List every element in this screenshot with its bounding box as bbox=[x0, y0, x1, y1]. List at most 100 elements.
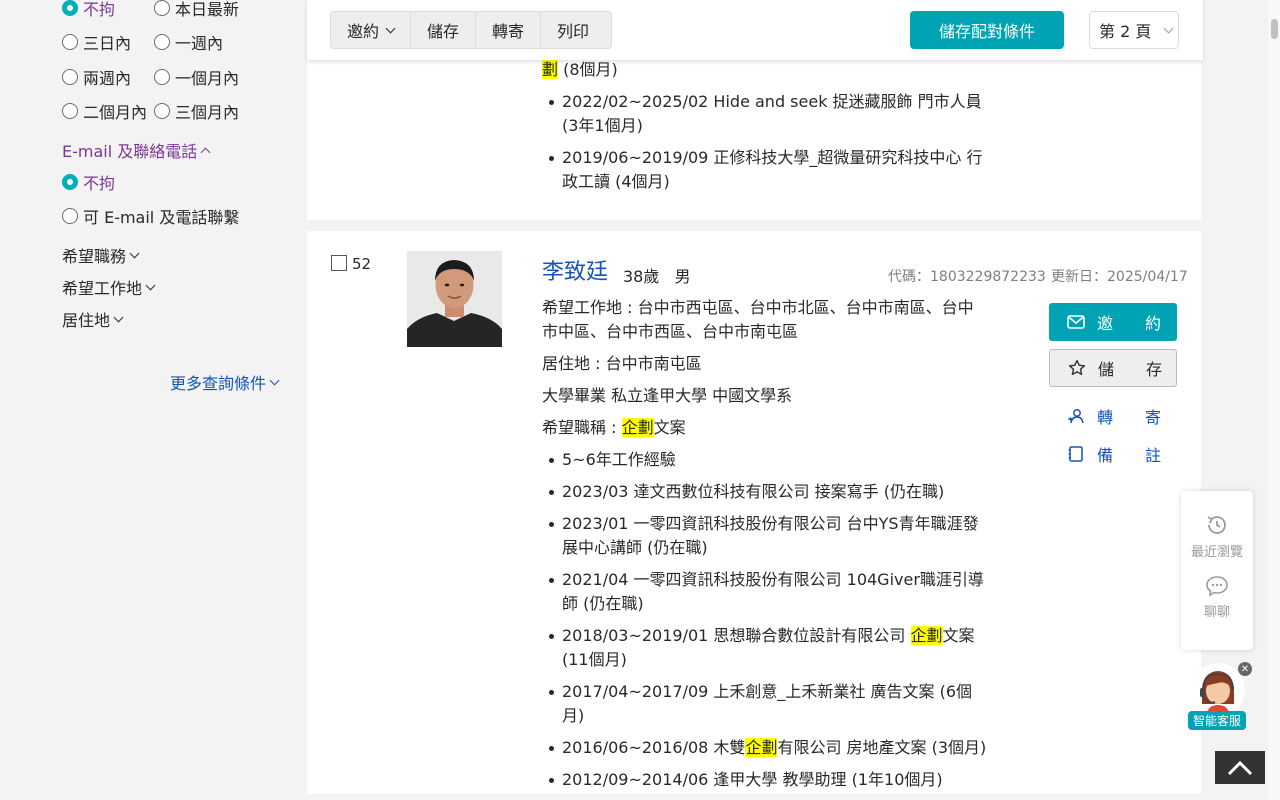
radio-update-today[interactable]: 本日最新 bbox=[154, 0, 239, 20]
forward-resume-link[interactable]: 轉 寄 bbox=[1067, 404, 1161, 428]
note-link[interactable]: 備 註 bbox=[1067, 442, 1161, 466]
radio-update-3months[interactable]: 三個月內 bbox=[154, 99, 239, 123]
invite-label: 邀約 bbox=[347, 22, 380, 41]
exp-text: 2018/03~2019/01 思想聯合數位設計有限公司 bbox=[562, 626, 911, 645]
ai-support-label[interactable]: 智能客服 bbox=[1188, 711, 1246, 730]
experience-list: 5~6年工作經驗 2023/03 達文西數位科技有限公司 接案寫手 (仍在職) … bbox=[542, 448, 987, 800]
radio-update-1week[interactable]: 一週內 bbox=[154, 30, 223, 54]
chevron-down-icon bbox=[129, 248, 140, 258]
radio-label: 三個月內 bbox=[175, 103, 240, 122]
radio-button[interactable] bbox=[154, 103, 170, 119]
list-item: 2019/06~2019/09 正修科技大學_超微量研究科技中心 行政工讀 (4… bbox=[542, 146, 987, 194]
result-index: 52 bbox=[352, 255, 372, 273]
bulk-forward-button[interactable]: 轉寄 bbox=[476, 12, 542, 48]
job-suffix: 文案 bbox=[653, 418, 686, 437]
radio-button[interactable] bbox=[154, 34, 170, 50]
recent-views-label: 最近瀏覽 bbox=[1190, 545, 1243, 560]
radio-button[interactable] bbox=[62, 69, 78, 85]
radio-update-2months[interactable]: 二個月內 bbox=[62, 99, 147, 123]
save-resume-button[interactable]: 儲 存 bbox=[1049, 349, 1177, 387]
page-scrollbar[interactable] bbox=[1268, 0, 1280, 800]
filter-residence[interactable]: 居住地 bbox=[62, 307, 124, 331]
chat-bubble-icon bbox=[1206, 576, 1228, 597]
residence: 居住地 : 台中市南屯區 bbox=[542, 354, 702, 373]
chevron-down-icon bbox=[145, 280, 156, 290]
radio-label: 不拘 bbox=[83, 174, 116, 193]
back-to-top-button[interactable] bbox=[1215, 751, 1265, 784]
bulk-print-button[interactable]: 列印 bbox=[541, 12, 605, 48]
radio-button[interactable] bbox=[62, 103, 78, 119]
radio-contact-available[interactable]: 可 E-mail 及電話聯繫 bbox=[62, 204, 239, 228]
more-conditions-link[interactable]: 更多查詢條件 bbox=[170, 370, 280, 394]
chevron-up-icon bbox=[200, 147, 211, 157]
radio-update-1month[interactable]: 一個月內 bbox=[154, 65, 239, 89]
close-icon[interactable]: ✕ bbox=[1238, 662, 1252, 676]
scrollbar-thumb[interactable] bbox=[1271, 19, 1278, 39]
notebook-icon bbox=[1068, 446, 1083, 462]
radio-contact-any[interactable]: 不拘 bbox=[62, 170, 115, 194]
more-conditions-label: 更多查詢條件 bbox=[170, 374, 267, 393]
radio-button[interactable] bbox=[62, 174, 78, 190]
label-char: 轉 bbox=[1097, 408, 1114, 427]
radio-label: 不拘 bbox=[83, 0, 116, 19]
label-char: 邀 bbox=[1097, 314, 1114, 333]
save-match-conditions-button[interactable]: 儲存配對條件 bbox=[910, 11, 1064, 49]
filter-label: 希望工作地 bbox=[62, 279, 143, 298]
chevron-down-icon bbox=[113, 312, 124, 322]
radio-button[interactable] bbox=[62, 208, 78, 224]
label-char: 寄 bbox=[1144, 408, 1161, 427]
contact-section-title: E-mail 及聯絡電話 bbox=[62, 142, 198, 161]
radio-button[interactable] bbox=[62, 34, 78, 50]
floating-side-panel: 最近瀏覽 聊聊 bbox=[1181, 491, 1253, 650]
invite-button[interactable]: 邀 約 bbox=[1049, 303, 1177, 341]
label-char: 註 bbox=[1144, 446, 1161, 465]
candidate-photo[interactable] bbox=[407, 251, 502, 347]
radio-button[interactable] bbox=[62, 0, 78, 16]
note-label: 備 註 bbox=[1097, 442, 1161, 466]
invite-dropdown-button[interactable]: 邀約 bbox=[331, 12, 412, 48]
chevron-down-icon bbox=[269, 375, 280, 385]
list-item: 2021/04 一零四資訊科技股份有限公司 104Giver職涯引導師 (仍在職… bbox=[542, 568, 987, 616]
filter-label: 居住地 bbox=[62, 311, 111, 330]
radio-label: 一個月內 bbox=[175, 69, 240, 88]
chat-label: 聊聊 bbox=[1203, 605, 1230, 620]
prev-experience-list: 2022/02~2025/02 Hide and seek 捉迷藏服飾 門市人員… bbox=[542, 90, 987, 202]
candidate-code: 代碼：1803229872233 bbox=[888, 269, 1046, 285]
forward-user-icon bbox=[1068, 409, 1084, 424]
education: 大學畢業 私立逢甲大學 中國文學系 bbox=[542, 386, 793, 405]
exp-text: 2016/06~2016/08 木雙 bbox=[562, 738, 746, 757]
list-item: 2017/04~2017/09 上禾創意_上禾新業社 廣告文案 (6個月) bbox=[542, 680, 987, 728]
radio-button[interactable] bbox=[154, 0, 170, 16]
label-char: 約 bbox=[1144, 314, 1161, 333]
filter-label: 希望職務 bbox=[62, 247, 127, 266]
select-checkbox[interactable] bbox=[331, 255, 347, 271]
label-char: 備 bbox=[1097, 446, 1114, 465]
exp-text: 有限公司 房地產文案 (3個月) bbox=[777, 738, 987, 757]
page-select-value: 第 2 頁 bbox=[1099, 22, 1152, 41]
exp-text: 2017/04~2017/09 上禾創意_上禾新業社 廣告文案 (6個月) bbox=[562, 682, 973, 725]
chat-button[interactable]: 聊聊 bbox=[1181, 575, 1253, 620]
sticky-toolbar: 邀約 儲存 轉寄 列印 儲存配對條件 第 2 頁 bbox=[307, 0, 1203, 60]
radio-button[interactable] bbox=[154, 69, 170, 85]
radio-update-any[interactable]: 不拘 bbox=[62, 0, 115, 20]
contact-section-toggle[interactable]: E-mail 及聯絡電話 bbox=[62, 138, 211, 162]
list-item: 2022/02~2025/02 Hide and seek 捉迷藏服飾 門市人員… bbox=[542, 90, 987, 138]
update-date: 更新日：2025/04/17 bbox=[1051, 269, 1188, 285]
candidate-sex: 男 bbox=[674, 267, 691, 286]
candidate-name-link[interactable]: 李致廷 bbox=[542, 254, 608, 286]
bulk-save-button[interactable]: 儲存 bbox=[411, 12, 477, 48]
filter-sidebar: 不拘 本日最新 三日內 一週內 兩週內 一個月內 二個月內 三個月內 E-mai… bbox=[0, 0, 300, 800]
recent-views-button[interactable]: 最近瀏覽 bbox=[1181, 513, 1253, 560]
list-item: 2018/03~2019/01 思想聯合數位設計有限公司 企劃文案 (11個月) bbox=[542, 624, 987, 672]
save-label: 儲 存 bbox=[1098, 356, 1162, 380]
radio-update-2weeks[interactable]: 兩週內 bbox=[62, 65, 131, 89]
label-char: 儲 bbox=[1098, 360, 1115, 379]
list-item: 2023/03 達文西數位科技有限公司 接案寫手 (仍在職) bbox=[542, 480, 987, 504]
page-select[interactable]: 第 2 頁 bbox=[1089, 11, 1179, 49]
filter-desired-location[interactable]: 希望工作地 bbox=[62, 275, 156, 299]
radio-update-3days[interactable]: 三日內 bbox=[62, 30, 131, 54]
exp-text: 2012/09~2014/06 逢甲大學 教學助理 (1年10個月) bbox=[562, 770, 943, 789]
chevron-down-icon bbox=[385, 23, 396, 33]
chevron-down-icon bbox=[1163, 23, 1174, 33]
filter-desired-job[interactable]: 希望職務 bbox=[62, 243, 140, 267]
